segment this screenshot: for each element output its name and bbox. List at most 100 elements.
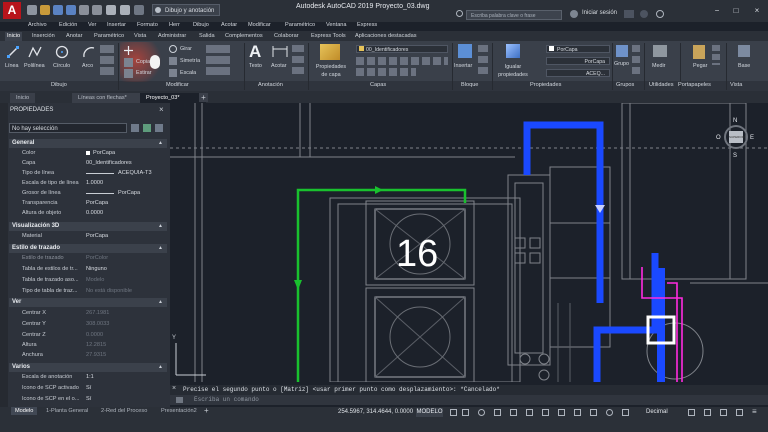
cart-icon[interactable] xyxy=(624,10,634,18)
layout-tab-red[interactable]: 2-Red del Proceso xyxy=(97,407,151,415)
file-tab-proyecto[interactable]: Proyecto_03* xyxy=(140,93,206,103)
redo-icon[interactable] xyxy=(120,5,130,15)
prop-value[interactable]: 12.2815 xyxy=(86,342,106,348)
palette-strip[interactable] xyxy=(0,103,8,407)
line-button[interactable]: Línea xyxy=(5,63,19,69)
mirror-icon[interactable] xyxy=(169,57,177,65)
palette-close-icon[interactable]: × xyxy=(159,106,167,114)
dimension-button[interactable]: Acotar xyxy=(271,63,287,69)
quick-properties-icon[interactable] xyxy=(688,409,695,416)
color-dropdown[interactable]: PorCapa xyxy=(546,45,610,53)
tab-colaborar[interactable]: Colaborar xyxy=(272,32,301,41)
circle-icon[interactable] xyxy=(55,45,69,59)
transparency-icon[interactable] xyxy=(558,409,565,416)
match-properties-icon[interactable] xyxy=(506,44,520,58)
polyline-button[interactable]: Polilínea xyxy=(24,63,45,69)
menu-dibujo[interactable]: Dibujo xyxy=(193,22,209,28)
panel-label-portapapeles[interactable]: Portapapeles xyxy=(678,82,711,88)
panel-label-capas[interactable]: Capas xyxy=(370,82,386,88)
prop-value[interactable]: PorColor xyxy=(86,255,108,261)
prop-value[interactable]: Modelo xyxy=(86,277,104,283)
workspace-selector[interactable]: Dibujo y anotación xyxy=(152,4,220,16)
panel-label-grupos[interactable]: Grupos xyxy=(616,82,634,88)
prop-value[interactable]: No está disponible xyxy=(86,288,132,294)
scale-button[interactable]: Escala xyxy=(180,70,196,76)
quick-select-icon[interactable] xyxy=(155,124,163,132)
section-general[interactable]: General ▲ xyxy=(9,139,167,148)
text-button[interactable]: Texto xyxy=(249,63,262,69)
tab-express-tools[interactable]: Express Tools xyxy=(309,32,348,41)
match-properties-button[interactable]: Igualar propiedades xyxy=(497,63,529,79)
panel-label-modificar[interactable]: Modificar xyxy=(166,82,189,88)
menu-modificar[interactable]: Modificar xyxy=(248,22,271,28)
connect-icon[interactable] xyxy=(640,10,648,18)
hatch-icon[interactable] xyxy=(100,56,114,64)
menu-formato[interactable]: Formato xyxy=(137,22,158,28)
linetype-dropdown[interactable]: PorCapa xyxy=(546,57,610,65)
minimize-icon[interactable]: − xyxy=(712,6,722,15)
prop-value[interactable]: PorCapa xyxy=(86,233,108,239)
search-icon[interactable] xyxy=(456,10,463,17)
file-tab-lineas[interactable]: Líneas con flechas* xyxy=(72,93,146,103)
layer-tools-row-2[interactable] xyxy=(356,68,416,76)
open-folder-icon[interactable] xyxy=(40,5,50,15)
panel-label-propiedades[interactable]: Propiedades xyxy=(530,82,561,88)
lineweight-dropdown[interactable]: ACEQ... xyxy=(546,69,610,77)
add-layout-icon[interactable]: + xyxy=(204,407,212,415)
search-input[interactable]: Escriba palabra clave o frase xyxy=(466,10,562,20)
prop-value[interactable]: Sí xyxy=(86,385,91,391)
prop-value[interactable]: 308.0033 xyxy=(86,321,109,327)
compass-west[interactable]: O xyxy=(716,135,721,141)
menu-express[interactable]: Express xyxy=(357,22,377,28)
lock-ui-icon[interactable] xyxy=(704,409,711,416)
model-space-button[interactable]: MODELO xyxy=(416,408,443,417)
layer-properties-button[interactable]: Propiedades de capa xyxy=(313,63,349,79)
annotation-monitor-icon[interactable] xyxy=(622,409,629,416)
select-objects-icon[interactable] xyxy=(143,124,151,132)
section-visualizacion-3d[interactable]: Visualización 3D ▲ xyxy=(9,222,167,231)
annotation-small-tools-icon[interactable] xyxy=(292,45,304,75)
tab-aplicaciones-destacadas[interactable]: Aplicaciones destacadas xyxy=(353,32,419,41)
panel-label-bloque[interactable]: Bloque xyxy=(461,82,478,88)
prop-value[interactable]: 267.1981 xyxy=(86,310,109,316)
measure-icon[interactable] xyxy=(653,45,667,57)
region-icon[interactable] xyxy=(100,67,114,75)
layer-tools-row[interactable] xyxy=(356,57,448,65)
save-as-icon[interactable] xyxy=(66,5,76,15)
units-dropdown[interactable]: Decimal xyxy=(646,409,668,415)
close-icon[interactable]: × xyxy=(752,6,762,15)
maximize-icon[interactable]: □ xyxy=(731,6,741,15)
group-icon[interactable] xyxy=(616,45,628,57)
section-estilo-trazado[interactable]: Estilo de trazado ▲ xyxy=(9,244,167,253)
isolate-objects-icon[interactable] xyxy=(720,409,727,416)
insert-button[interactable]: Insertar xyxy=(454,63,472,69)
insert-block-icon[interactable] xyxy=(458,44,472,58)
move-icon[interactable] xyxy=(124,46,133,55)
layout-tab-planta[interactable]: 1-Planta General xyxy=(42,407,92,415)
lineweight-icon[interactable] xyxy=(542,409,549,416)
stretch-button[interactable]: Estirar xyxy=(136,70,152,76)
prop-value[interactable]: 1.0000 xyxy=(86,180,103,186)
prop-value[interactable]: ACEQUIA-T3 xyxy=(118,170,152,176)
tab-inicio[interactable]: Inicio xyxy=(5,32,23,41)
autocad-logo[interactable]: A xyxy=(3,2,21,19)
isodraft-icon[interactable] xyxy=(494,409,501,416)
tab-vista[interactable]: Vista xyxy=(132,32,148,41)
clean-screen-icon[interactable] xyxy=(736,409,743,416)
layer-properties-icon[interactable] xyxy=(320,44,340,60)
grid-icon[interactable] xyxy=(450,409,457,416)
new-tab-icon[interactable]: + xyxy=(199,93,208,102)
panel-label-utilidades[interactable]: Utilidades xyxy=(649,82,674,88)
prop-value[interactable]: 0.0000 xyxy=(86,332,103,338)
draw-small-tools-icon[interactable] xyxy=(100,45,114,53)
section-ver[interactable]: Ver ▲ xyxy=(9,298,167,307)
command-close-icon[interactable]: × xyxy=(172,385,176,392)
customization-menu-icon[interactable]: ≡ xyxy=(752,408,760,416)
menu-ver[interactable]: Ver xyxy=(88,22,96,28)
command-input[interactable]: Escriba un comando xyxy=(170,395,768,405)
group-tools-icon[interactable] xyxy=(632,45,640,75)
drawing-geometry[interactable] xyxy=(170,103,768,382)
viewcube-face[interactable]: SUPERIOR xyxy=(729,131,745,143)
scale-icon[interactable] xyxy=(169,69,177,77)
menu-ventana[interactable]: Ventana xyxy=(326,22,347,28)
